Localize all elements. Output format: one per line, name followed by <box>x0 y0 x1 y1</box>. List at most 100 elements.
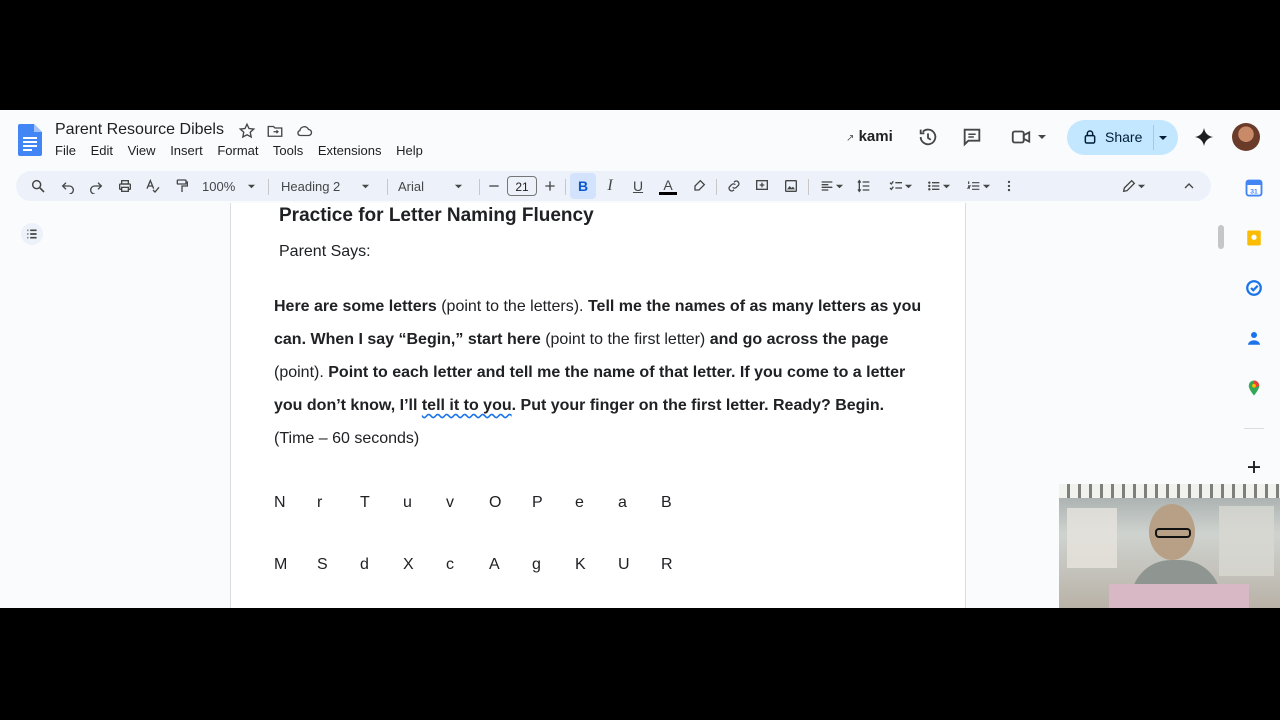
move-folder-icon[interactable] <box>266 122 284 140</box>
more-options-icon[interactable] <box>1002 176 1016 196</box>
letter: g <box>532 556 541 573</box>
menu-format[interactable]: Format <box>217 143 258 158</box>
letter: u <box>403 494 412 511</box>
letter: M <box>274 556 288 573</box>
version-history-icon[interactable] <box>917 126 939 148</box>
webcam-person-glasses <box>1155 528 1191 538</box>
vertical-scrollbar[interactable] <box>1218 225 1224 249</box>
search-menus-icon[interactable] <box>28 176 48 196</box>
comments-icon[interactable] <box>961 126 983 148</box>
paint-format-icon[interactable] <box>172 176 192 196</box>
gemini-sparkle-icon[interactable] <box>1193 126 1215 148</box>
meet-dropdown-icon[interactable] <box>1037 132 1047 142</box>
line-spacing-icon[interactable] <box>854 176 874 196</box>
webcam-person-sweater <box>1109 584 1249 608</box>
numbered-list-icon[interactable] <box>962 176 994 196</box>
menu-extensions[interactable]: Extensions <box>318 143 382 158</box>
letter: O <box>489 494 502 511</box>
document-outline-icon[interactable] <box>21 223 43 245</box>
undo-icon[interactable] <box>58 176 78 196</box>
toolbar-divider <box>268 179 269 195</box>
font-value: Arial <box>398 178 425 194</box>
webcam-background-poster <box>1219 506 1274 576</box>
letter: R <box>661 556 673 573</box>
menu-edit[interactable]: Edit <box>91 143 113 158</box>
side-panel-divider <box>1244 428 1264 429</box>
para-run: . Put your finger on the first letter. R… <box>511 397 885 414</box>
font-size-input[interactable]: 21 <box>507 176 537 196</box>
kami-label: kami <box>858 128 893 145</box>
share-label: Share <box>1105 129 1143 145</box>
google-docs-logo-icon[interactable] <box>18 124 42 156</box>
spelling-flagged-run[interactable]: tell it to you <box>422 397 512 414</box>
zoom-dropdown-icon <box>248 184 256 188</box>
spelling-check-icon[interactable] <box>143 176 163 196</box>
tasks-icon[interactable] <box>1245 279 1263 297</box>
toolbar-divider <box>387 179 388 195</box>
add-comment-icon[interactable] <box>752 176 772 196</box>
letter: e <box>575 494 584 511</box>
editing-mode-icon[interactable] <box>1116 176 1150 196</box>
toolbar-divider <box>479 179 480 195</box>
bulleted-list-icon[interactable] <box>922 176 954 196</box>
keep-icon[interactable] <box>1245 229 1263 247</box>
webcam-overlay-image <box>1059 484 1280 608</box>
text-color-letter: A <box>663 176 673 193</box>
print-icon[interactable] <box>115 176 135 196</box>
menu-tools[interactable]: Tools <box>273 143 303 158</box>
menu-bar: File Edit View Insert Format Tools Exten… <box>55 143 434 158</box>
insert-image-icon[interactable] <box>781 176 801 196</box>
style-dropdown-icon <box>362 184 370 188</box>
highlight-color-icon[interactable] <box>690 176 708 196</box>
increase-font-size-icon[interactable] <box>542 176 558 196</box>
letter: S <box>317 556 328 573</box>
contacts-icon[interactable] <box>1245 329 1263 347</box>
letter: U <box>618 556 630 573</box>
align-left-icon[interactable] <box>816 176 846 196</box>
document-title[interactable]: Parent Resource Dibels <box>55 121 224 139</box>
document-page[interactable]: Practice for Letter Naming Fluency Paren… <box>230 203 966 608</box>
insert-link-icon[interactable] <box>724 176 744 196</box>
kami-extension-button[interactable]: ↗ kami <box>846 128 893 145</box>
font-select[interactable]: Arial <box>398 176 470 196</box>
letter: c <box>446 556 454 573</box>
cloud-saved-icon[interactable] <box>295 122 313 140</box>
menu-view[interactable]: View <box>128 143 156 158</box>
italic-button[interactable]: I <box>602 176 618 196</box>
bold-button[interactable]: B <box>570 173 596 199</box>
redo-icon[interactable] <box>86 176 106 196</box>
lock-icon <box>1084 130 1096 144</box>
para-run: (Time – 60 seconds) <box>274 430 420 447</box>
collapse-menus-icon[interactable] <box>1180 176 1198 196</box>
share-button[interactable]: Share <box>1067 120 1178 155</box>
calendar-icon[interactable]: 31 <box>1245 179 1263 197</box>
letter: X <box>403 556 414 573</box>
zoom-value: 100% <box>202 178 236 194</box>
toolbar-divider <box>565 179 566 195</box>
menu-help[interactable]: Help <box>396 143 423 158</box>
letter: K <box>575 556 586 573</box>
style-select[interactable]: Heading 2 <box>281 176 376 196</box>
text-color-button[interactable]: A <box>658 176 678 196</box>
star-icon[interactable] <box>238 122 256 140</box>
parent-says-label: Parent Says: <box>279 243 371 260</box>
zoom-select[interactable]: 100% <box>202 176 262 196</box>
decrease-font-size-icon[interactable] <box>486 176 502 196</box>
checklist-icon[interactable] <box>884 176 916 196</box>
letter: A <box>489 556 500 573</box>
formatting-toolbar: 100% Heading 2 Arial 21 B I U A <box>16 171 1211 201</box>
underline-button[interactable]: U <box>630 176 646 196</box>
para-run: (point). <box>274 364 329 381</box>
para-run: (point to the letters). <box>436 298 588 315</box>
menu-insert[interactable]: Insert <box>170 143 203 158</box>
maps-icon[interactable] <box>1245 379 1263 397</box>
share-dropdown-icon[interactable] <box>1158 133 1168 143</box>
text-color-swatch <box>659 191 677 195</box>
document-heading: Practice for Letter Naming Fluency <box>279 205 594 226</box>
font-dropdown-icon <box>454 184 463 188</box>
meet-icon[interactable] <box>1010 126 1032 148</box>
get-add-ons-icon[interactable] <box>1245 458 1263 476</box>
letter: B <box>661 494 672 511</box>
letter: P <box>532 494 543 511</box>
menu-file[interactable]: File <box>55 143 76 158</box>
